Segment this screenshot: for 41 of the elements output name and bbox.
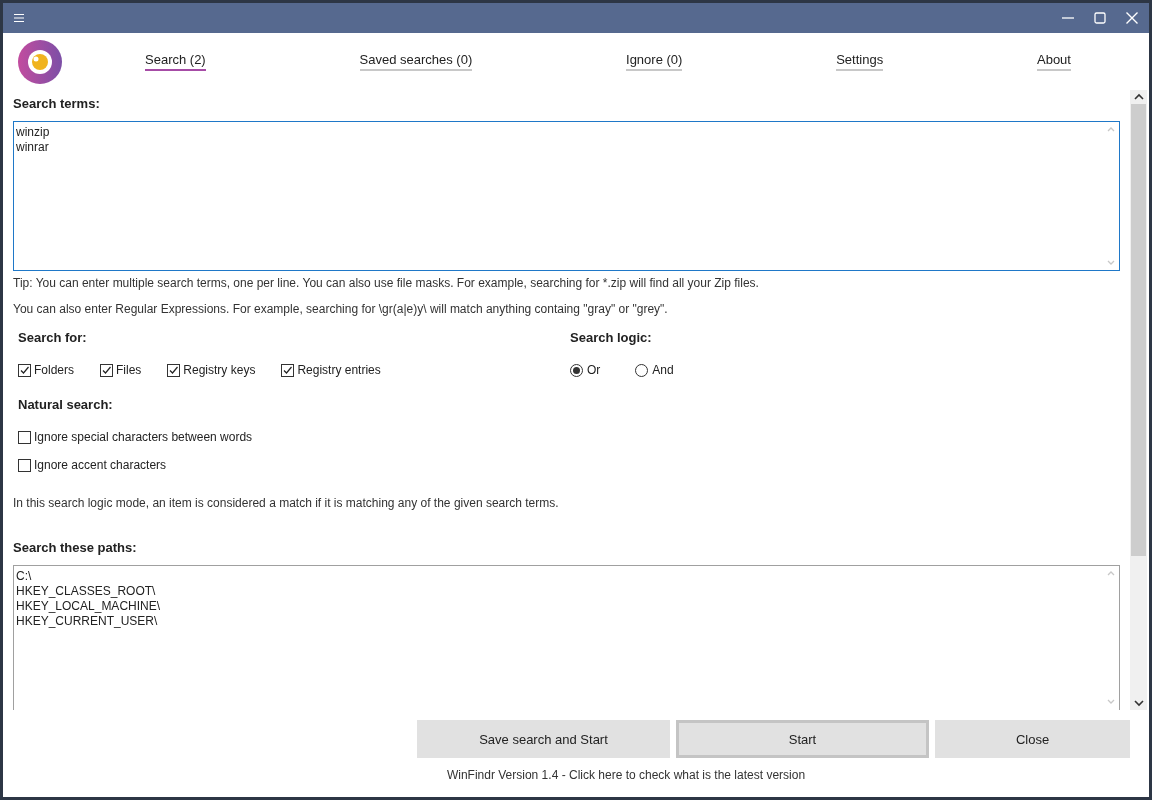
checkbox-label: Ignore special characters between words	[34, 430, 253, 444]
section-heading: Search for:	[18, 330, 88, 345]
checkbox-label: Files	[116, 363, 142, 377]
scrollbar-thumb[interactable]	[1131, 104, 1146, 556]
checkbox[interactable]	[18, 430, 31, 444]
checkbox[interactable]	[281, 363, 295, 377]
logic-description: In this search logic mode, an item is considered a match if it is matching any of the given search terms.	[13, 496, 560, 510]
radio-label: Or	[587, 363, 601, 377]
menu-icon[interactable]	[13, 13, 25, 23]
tab[interactable]: Ignore (0)	[626, 52, 683, 71]
section-heading: Search terms:	[13, 96, 101, 111]
eye-logo-icon	[18, 39, 62, 84]
scroll-down-icon[interactable]	[1133, 700, 1144, 707]
tip-text: You can also enter Regular Expressions. For example, searching for \gr(a|e)y\ will match anything containg "gray" or "grey".	[13, 302, 669, 316]
tab[interactable]: Search (2)	[145, 52, 206, 71]
tab[interactable]: About	[1037, 52, 1071, 71]
button[interactable]: Start	[676, 720, 929, 758]
checkbox-label: Folders	[34, 363, 74, 377]
section-heading: Natural search:	[18, 397, 114, 412]
radio-label: And	[652, 363, 674, 377]
tab[interactable]: Settings	[836, 52, 884, 71]
checkbox-label: Ignore accent characters	[34, 458, 167, 472]
section-heading: Search these paths:	[13, 540, 138, 555]
checkbox-label: Registry keys	[183, 363, 256, 377]
close-icon[interactable]	[1125, 11, 1139, 25]
section-heading: Search logic:	[570, 330, 653, 345]
button[interactable]: Save search and Start	[417, 720, 670, 758]
tab[interactable]: Saved searches (0)	[359, 52, 473, 71]
checkbox[interactable]	[100, 363, 113, 377]
checkbox[interactable]	[18, 458, 31, 472]
scrollbar[interactable]	[1130, 90, 1147, 710]
checkbox[interactable]	[18, 363, 31, 377]
search-paths-field[interactable]: C:\ HKEY_CLASSES_ROOT\ HKEY_LOCAL_MACHINE\ HKEY_CURRENT_USER\	[13, 565, 1120, 710]
checkbox[interactable]	[167, 363, 181, 377]
checkbox-label: Registry entries	[297, 363, 381, 377]
scroll-up-icon[interactable]	[1133, 93, 1144, 100]
button[interactable]: Close	[935, 720, 1130, 758]
version-link[interactable]: WinFindr Version 1.4 - Click here to check what is the latest version	[446, 768, 806, 782]
maximize-icon[interactable]	[1093, 11, 1107, 25]
search-terms-field[interactable]: winzip winrar	[13, 121, 1120, 271]
tip-text: Tip: You can enter multiple search terms, one per line. You can also use file masks. For example, searching for *.zip will find all your Zip files.	[13, 276, 760, 290]
